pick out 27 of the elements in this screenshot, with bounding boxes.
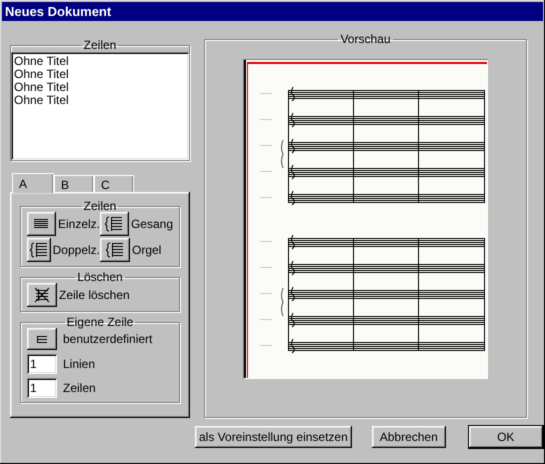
button-label: Gesang	[130, 216, 173, 233]
button-label: Doppelz.	[52, 242, 100, 259]
number-field[interactable]: 1	[27, 378, 57, 398]
dialog-button[interactable]: als Voreinstellung einsetzen	[195, 426, 352, 448]
group-title: Zeilen	[82, 39, 118, 51]
list-item[interactable]: Ohne Titel	[14, 81, 186, 94]
dialog-button[interactable]: OK	[468, 426, 543, 448]
group-title: Löschen	[76, 271, 124, 283]
tab[interactable]: B	[54, 175, 94, 192]
list-item[interactable]: Ohne Titel	[14, 55, 186, 68]
window-title: Neues Dokument	[2, 2, 543, 21]
button-label: benutzerdefiniert	[63, 331, 152, 348]
lines-list[interactable]: Ohne Titel Ohne Titel Ohne Titel Ohne Titel	[11, 52, 189, 160]
list-item[interactable]: Ohne Titel	[14, 68, 186, 81]
tab[interactable]: A	[12, 173, 54, 193]
button-label: Zeile löschen	[59, 287, 130, 304]
tab[interactable]: C	[94, 175, 134, 192]
dialog-button[interactable]: Abbrechen	[372, 426, 446, 448]
number-field[interactable]: 1	[27, 354, 57, 374]
field-label: Zeilen	[63, 380, 96, 397]
button-label: Einzelz.	[58, 216, 100, 233]
group-title: Zeilen	[82, 200, 118, 212]
field-label: Linien	[63, 356, 96, 373]
button-label: Orgel	[132, 242, 162, 259]
group-title: Eigene Zeile	[66, 316, 134, 328]
list-item[interactable]: Ohne Titel	[14, 94, 186, 107]
group-title: Vorschau	[339, 33, 392, 45]
